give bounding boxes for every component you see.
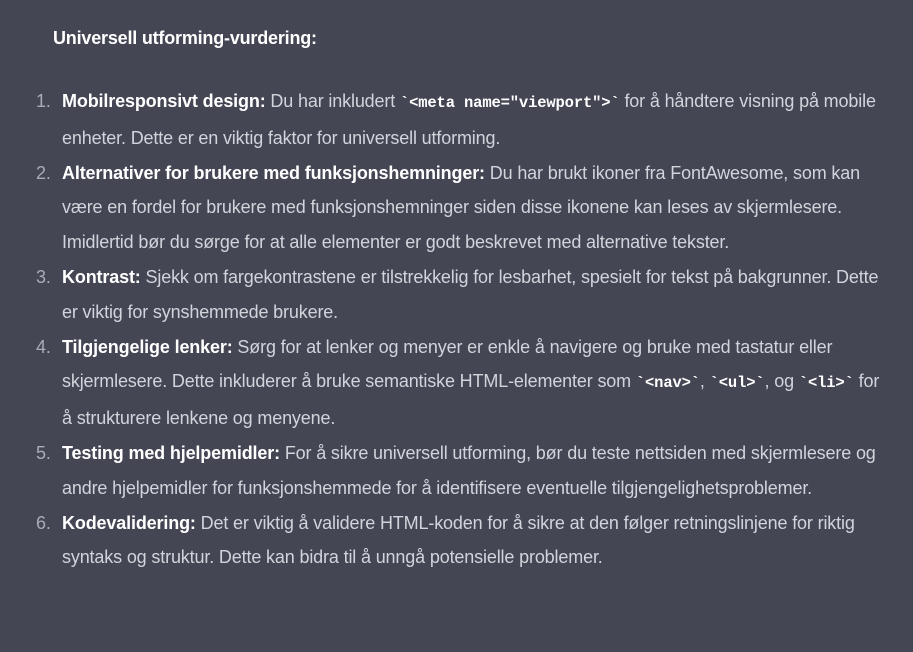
assessment-list: 1. Mobilresponsivt design: Du har inklude… — [0, 84, 913, 575]
list-item: 1. Mobilresponsivt design: Du har inklude… — [0, 84, 913, 156]
item-number: 5. — [36, 442, 51, 463]
message-content: Universell utforming-vurdering: 1. Mobilr… — [0, 0, 913, 652]
inline-code: `<ul>` — [709, 374, 765, 393]
item-heading: Tilgjengelige lenker: — [62, 336, 233, 357]
item-heading: Mobilresponsivt design: — [62, 91, 266, 111]
item-text: , og — [764, 371, 799, 392]
list-item: 3. Kontrast: Sjekk om fargekontrastene er… — [0, 260, 913, 330]
list-item: 2. Alternativer for brukere med funksjons… — [0, 156, 913, 260]
item-heading: Testing med hjelpemidler: — [62, 442, 280, 463]
list-item: 5. Testing med hjelpemidler: For å sikre … — [0, 436, 913, 506]
item-number: 6. — [36, 512, 51, 533]
item-number: 4. — [36, 336, 51, 357]
item-number: 2. — [36, 162, 51, 183]
item-text: Du har inkludert — [265, 91, 400, 111]
section-title: Universell utforming-vurdering: — [53, 28, 317, 48]
item-heading: Alternativer for brukere med funksjonshe… — [62, 162, 485, 183]
item-number: 3. — [36, 266, 51, 287]
inline-code: `<nav>` — [635, 374, 700, 393]
item-number: 1. — [36, 91, 51, 111]
list-item: 4. Tilgjengelige lenker: Sørg for at lenk… — [0, 330, 913, 436]
item-text: Sjekk om fargekontrastene er tilstrekkel… — [62, 266, 879, 322]
item-heading: Kodevalidering: — [62, 512, 196, 533]
inline-code: `<li>` — [798, 374, 854, 393]
inline-code: `<meta name="viewport">` — [399, 94, 620, 112]
list-item: 6. Kodevalidering: Det er viktig å valide… — [0, 506, 913, 576]
item-heading: Kontrast: — [62, 266, 141, 287]
item-text: , — [699, 371, 710, 392]
